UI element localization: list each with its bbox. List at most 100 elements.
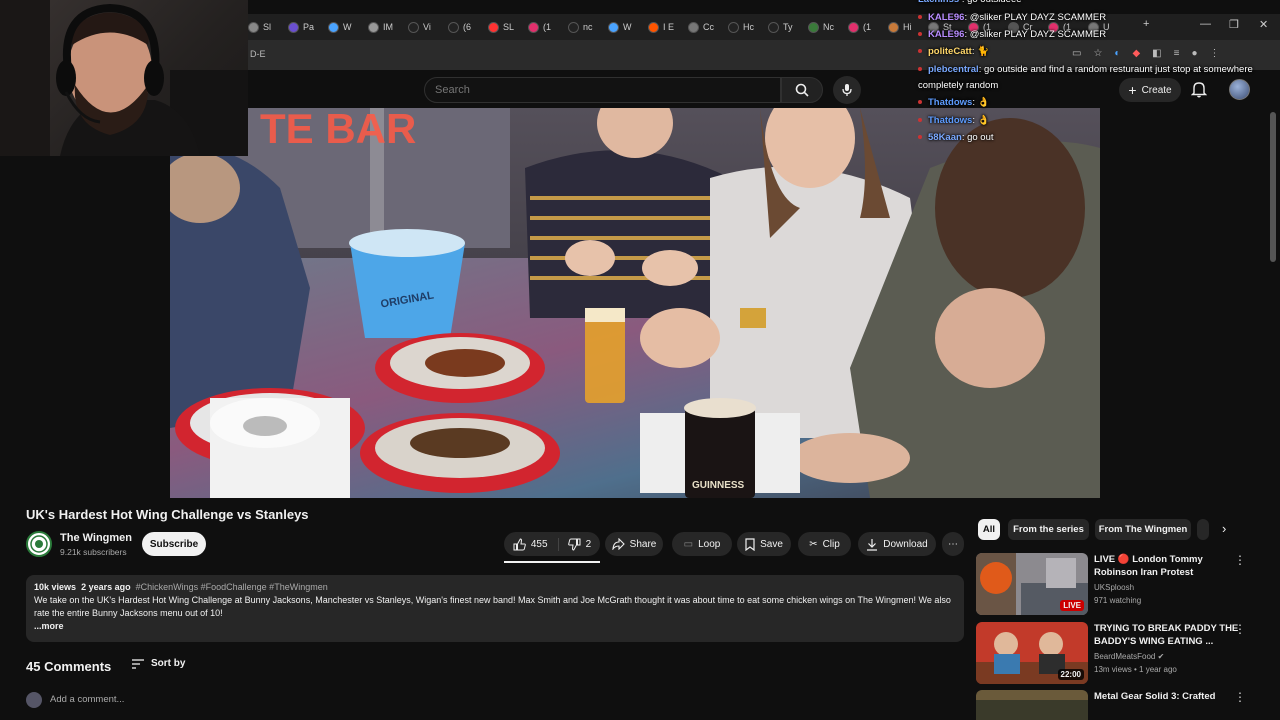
chevron-right-icon[interactable]: › (1222, 521, 1226, 536)
browser-tab[interactable]: Vi (408, 18, 446, 36)
like-dislike-group: 455 2 (504, 532, 600, 556)
browser-tab[interactable]: Pa (288, 18, 326, 36)
browser-tab[interactable]: I E (648, 18, 686, 36)
tab-label: (1 (863, 22, 872, 32)
browser-tab[interactable]: Cc (688, 18, 726, 36)
glass-text: GUINNESS (692, 480, 745, 491)
subscribe-button[interactable]: Subscribe (142, 532, 206, 556)
recommendation-item[interactable]: LIVE LIVE 🔴 London Tommy Robinson Iran P… (976, 553, 1266, 615)
browser-tab[interactable]: IM (368, 18, 406, 36)
recommendation-title[interactable]: Metal Gear Solid 3: Crafted (1094, 690, 1244, 703)
webcam-frame (0, 0, 248, 156)
profile-icon[interactable]: ● (1191, 48, 1197, 59)
chip-partial[interactable] (1197, 519, 1209, 540)
search-input[interactable] (424, 77, 781, 103)
download-button[interactable]: Download (858, 532, 936, 556)
chip-from-the-series[interactable]: From the series (1008, 519, 1089, 540)
recommendation-thumbnail[interactable]: 22:00 (976, 622, 1088, 684)
browser-tab[interactable]: Nc (808, 18, 846, 36)
sort-comments-button[interactable]: Sort by (131, 658, 185, 669)
search-button[interactable] (781, 77, 823, 103)
show-more-link[interactable]: ...more (34, 620, 956, 633)
recommendation-title[interactable]: TRYING TO BREAK PADDY THE BADDY'S WING E… (1094, 622, 1244, 648)
minimize-button[interactable]: — (1200, 18, 1211, 30)
tab-label: Hc (743, 22, 754, 32)
puzzle-icon[interactable]: ◧ (1152, 48, 1161, 59)
extension-icon[interactable]: ◐ (1114, 48, 1120, 59)
tab-label: nc (583, 22, 593, 32)
chat-username: KALE96 (928, 12, 965, 23)
browser-tab[interactable]: (6 (448, 18, 486, 36)
tab-label: Cc (703, 22, 714, 32)
tab-label: W (343, 22, 352, 32)
recommendation-channel[interactable]: BeardMeatsFood ✔ (1094, 652, 1164, 661)
page-scrollbar[interactable] (1270, 112, 1276, 262)
chat-text: : go outside and find a random resturaun… (978, 64, 1253, 75)
video-title: UK's Hardest Hot Wing Challenge vs Stanl… (26, 507, 309, 522)
bookmark-star-icon[interactable]: ☆ (1093, 48, 1102, 59)
tab-favicon-icon (728, 21, 739, 33)
new-tab-button[interactable]: + (1143, 18, 1149, 30)
tab-favicon-icon (288, 21, 299, 33)
video-frame: TE BAR ORIGINAL GUINNESS (170, 108, 1100, 498)
loop-button[interactable]: ▭ Loop (672, 532, 732, 556)
hashtags[interactable]: #ChickenWings #FoodChallenge #TheWingmen (136, 582, 328, 592)
browser-tab[interactable]: W (608, 18, 646, 36)
browser-tab[interactable]: (1 (848, 18, 886, 36)
browser-tab[interactable]: nc (568, 18, 606, 36)
clip-button[interactable]: ✂ Clip (798, 532, 851, 556)
chip-all[interactable]: All (978, 519, 1000, 540)
chat-badge-icon (918, 49, 922, 54)
microphone-icon (842, 84, 852, 96)
create-button[interactable]: + Create (1119, 78, 1181, 102)
sort-icon (132, 658, 144, 669)
channel-name[interactable]: The Wingmen (60, 532, 132, 544)
video-player[interactable]: TE BAR ORIGINAL GUINNESS (170, 108, 1100, 498)
media-icon[interactable]: ≡ (1174, 48, 1180, 59)
close-window-button[interactable]: ✕ (1259, 18, 1268, 31)
tab-label: (1 (543, 22, 552, 32)
tab-favicon-icon (328, 21, 339, 33)
channel-avatar[interactable] (26, 531, 52, 557)
maximize-button[interactable]: ❐ (1229, 18, 1239, 31)
share-button[interactable]: Share (605, 532, 663, 556)
chat-username: politeCatt (928, 46, 972, 57)
tab-favicon-icon (248, 21, 259, 33)
tab-label: Sl (263, 22, 272, 32)
recommendation-channel[interactable]: UKSploosh (1094, 583, 1134, 592)
chat-text: completely random (918, 80, 999, 91)
browser-tab[interactable]: Sl (248, 18, 286, 36)
recommendation-thumbnail[interactable] (976, 690, 1088, 720)
browser-tab[interactable]: SL (488, 18, 526, 36)
save-button[interactable]: Save (737, 532, 791, 556)
more-vertical-icon[interactable]: ⋮ (1234, 691, 1246, 703)
like-button[interactable]: 455 (513, 537, 559, 551)
chip-from-the-wingmen[interactable]: From The Wingmen (1095, 519, 1191, 540)
voice-search-button[interactable] (833, 76, 861, 104)
browser-menu-icon[interactable]: ⋮ (1210, 48, 1220, 59)
more-vertical-icon[interactable]: ⋮ (1234, 623, 1246, 635)
recommendation-item[interactable]: 22:00 TRYING TO BREAK PADDY THE BADDY'S … (976, 622, 1266, 684)
recommendation-thumbnail[interactable]: LIVE (976, 553, 1088, 615)
chat-message: plebcentral: go outside and find a rando… (918, 64, 1253, 75)
account-avatar[interactable] (1229, 79, 1250, 100)
cast-icon[interactable]: ▭ (1072, 48, 1081, 59)
more-actions-button[interactable]: ⋯ (942, 532, 964, 556)
add-comment-input[interactable]: Add a comment... (50, 694, 124, 705)
search-icon (795, 83, 809, 97)
recommendation-title[interactable]: LIVE 🔴 London Tommy Robinson Iran Protes… (1094, 553, 1244, 579)
browser-tab[interactable]: (1 (528, 18, 566, 36)
recommendation-item[interactable]: Metal Gear Solid 3: Crafted ⋮ (976, 690, 1266, 720)
browser-tab[interactable]: W (328, 18, 366, 36)
tab-label: SL (503, 22, 515, 32)
more-vertical-icon[interactable]: ⋮ (1234, 554, 1246, 566)
browser-tab[interactable]: Hc (728, 18, 766, 36)
description-box[interactable]: 10k views 2 years ago #ChickenWings #Foo… (26, 575, 964, 642)
extension-icon[interactable]: ◆ (1132, 48, 1140, 59)
tab-label: Hi (903, 22, 912, 32)
notifications-bell-icon[interactable] (1191, 80, 1207, 98)
browser-tab[interactable]: Ty (768, 18, 806, 36)
like-progress-underline (504, 561, 600, 563)
url-text[interactable]: D-E (250, 49, 266, 59)
dislike-button[interactable]: 2 (564, 538, 591, 551)
